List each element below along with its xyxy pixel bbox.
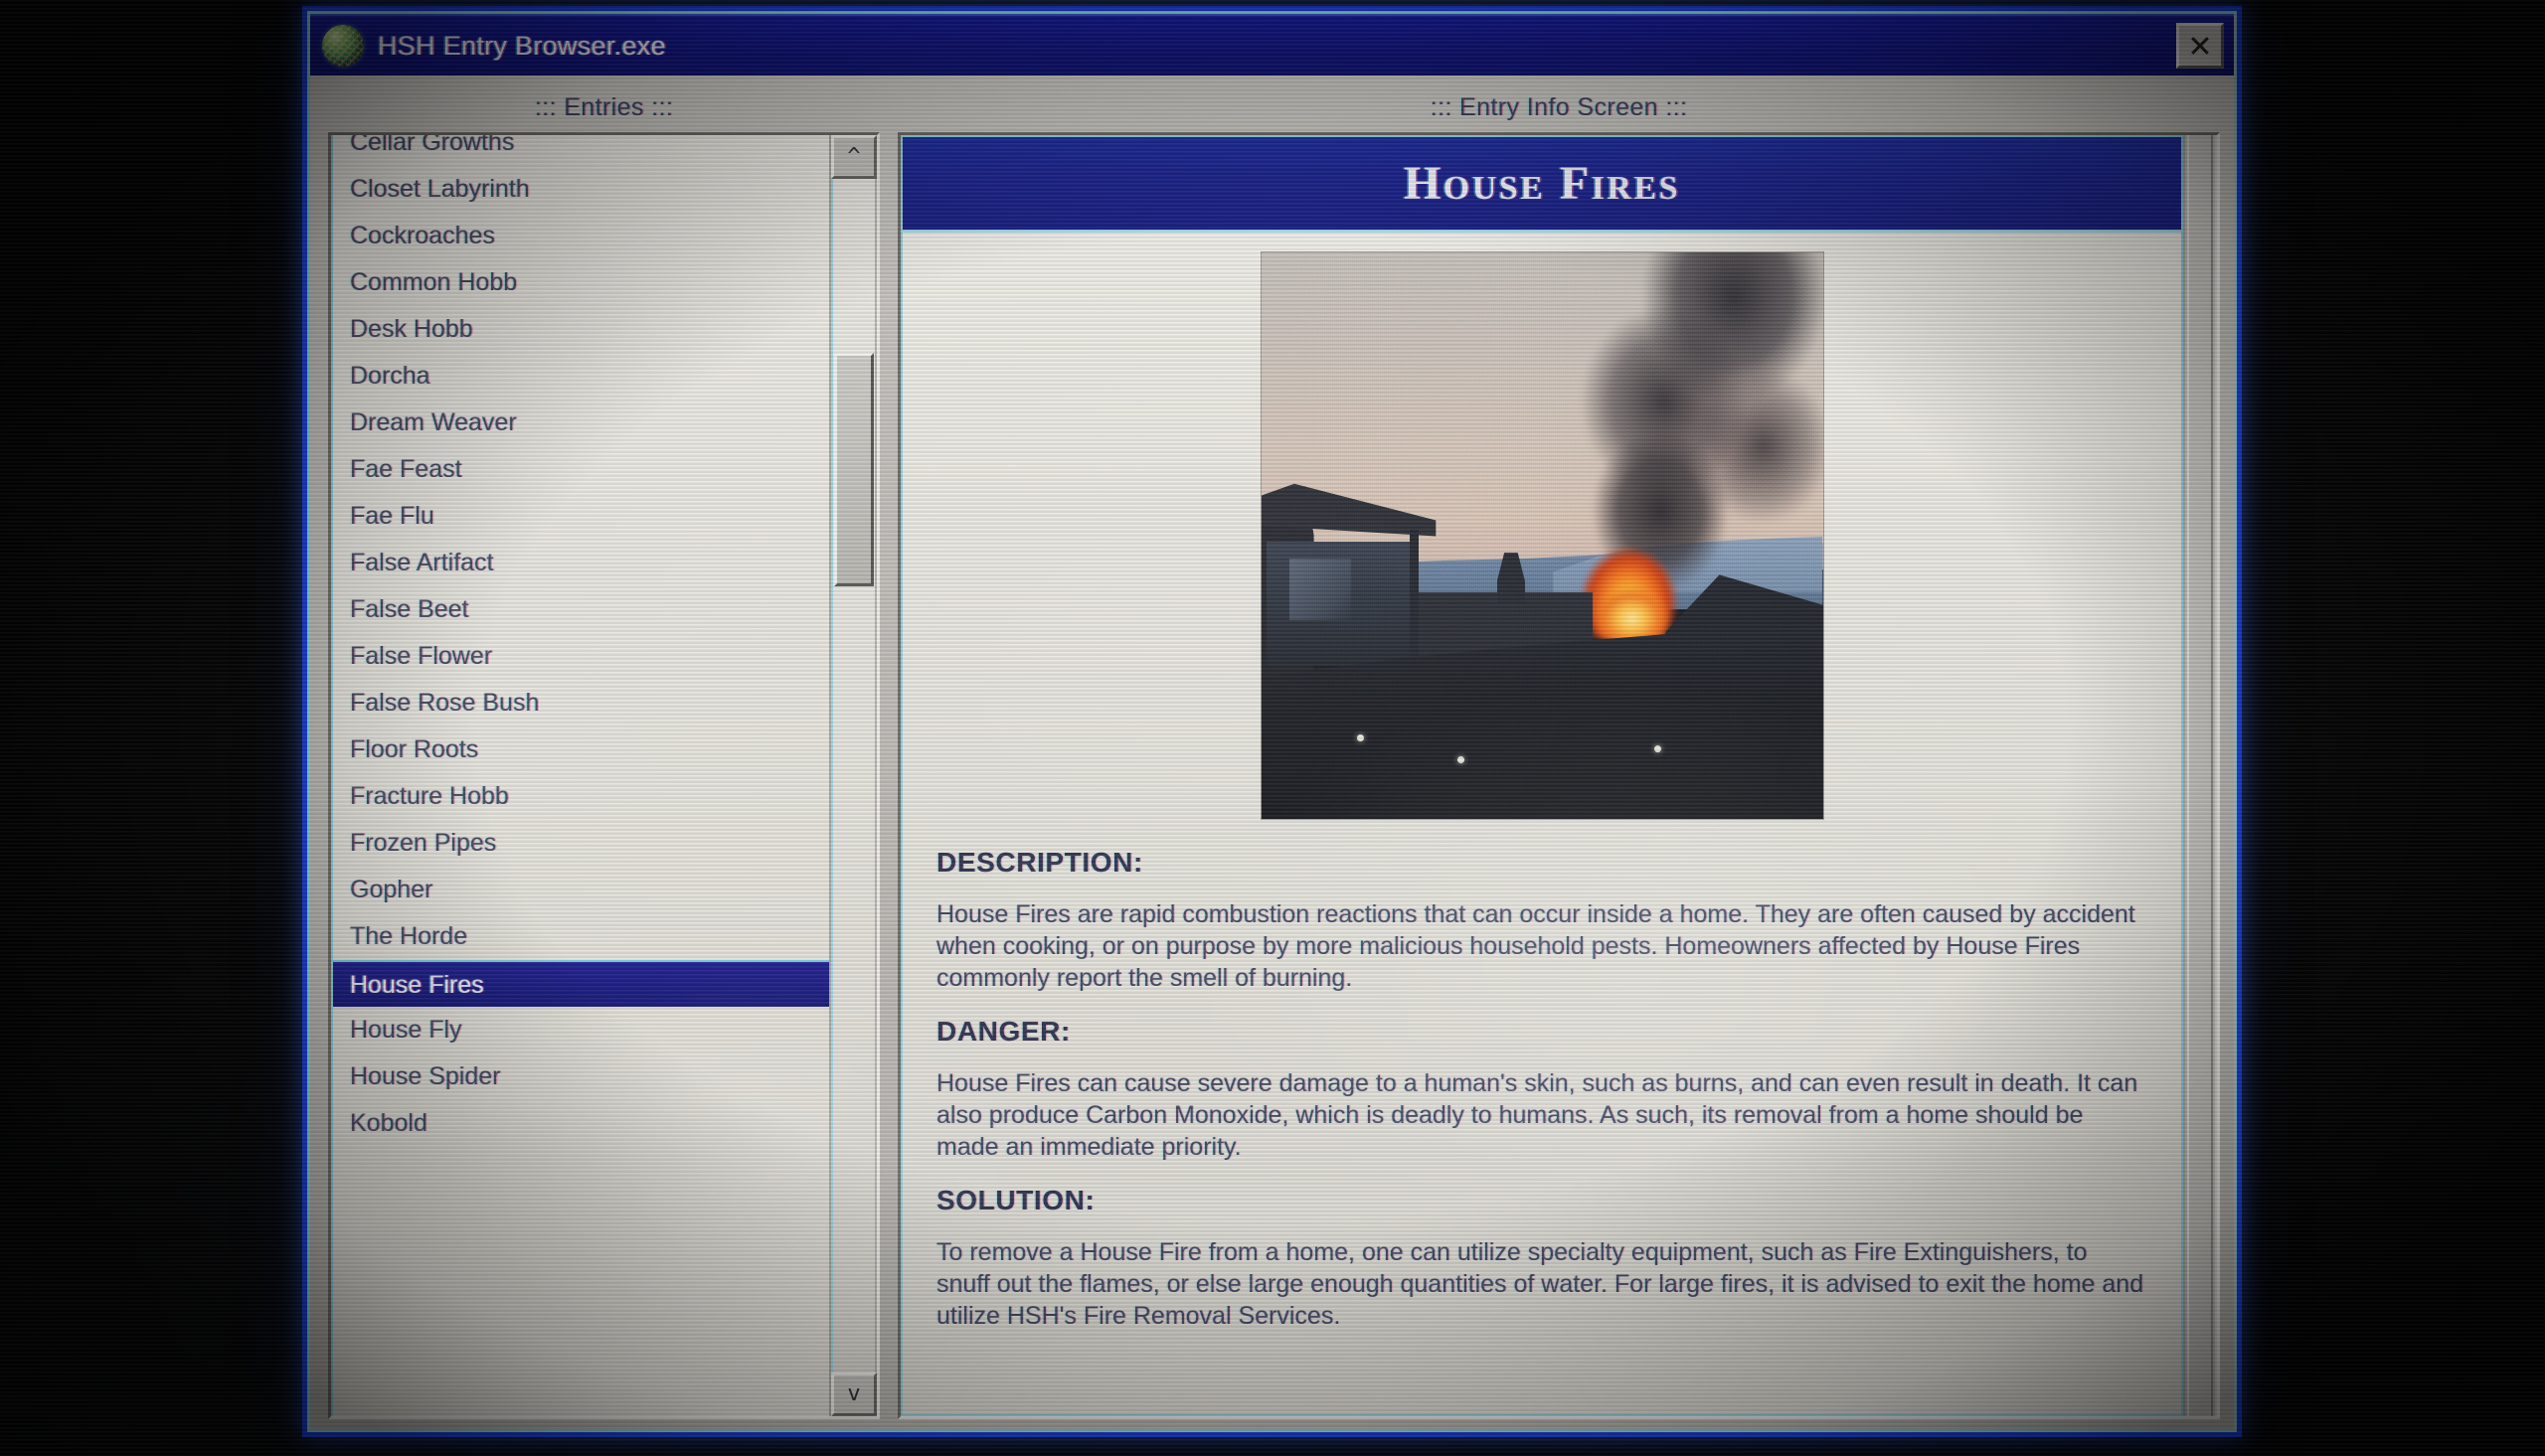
entry-list-item[interactable]: False Beet <box>333 586 829 633</box>
entry-list-item[interactable]: Common Hobb <box>333 259 829 306</box>
entries-scrollbar[interactable]: ^ v <box>829 135 877 1416</box>
section-body: House Fires can cause severe damage to a… <box>936 1069 2138 1161</box>
burning-house-photo <box>1261 252 1823 819</box>
entry-info-content: House Fires DESCRIPTION: House Fires are… <box>901 135 2183 1416</box>
entry-list-item[interactable]: House Fly <box>333 1007 829 1053</box>
entries-pane: ::: Entries ::: Cellar Growths Closet Lab… <box>318 81 880 1419</box>
title-bar: HSH Entry Browser.exe <box>310 14 2234 76</box>
entry-list-item[interactable]: Frozen Pipes <box>333 820 829 867</box>
entry-info-scrollbar-thumb[interactable] <box>2187 135 2213 1416</box>
entry-info-scroll-area: DESCRIPTION: House Fires are rapid combus… <box>903 233 2181 1414</box>
entry-info-pane: ::: Entry Info Screen ::: House Fires DE… <box>880 81 2226 1419</box>
section-body: House Fires are rapid combustion reactio… <box>936 900 2135 992</box>
window-title: HSH Entry Browser.exe <box>378 30 666 61</box>
entry-list-item[interactable]: Cellar Growths <box>333 135 829 166</box>
entry-list-item[interactable]: Fae Flu <box>333 493 829 540</box>
entry-title: House Fires <box>1403 157 1681 210</box>
close-icon <box>2184 31 2216 61</box>
close-button[interactable] <box>2176 23 2224 69</box>
entries-list-frame: Cellar Growths Closet Labyrinth Cockroache… <box>328 132 880 1419</box>
entry-title-banner: House Fires <box>903 137 2181 233</box>
entries-heading: ::: Entries ::: <box>534 93 674 121</box>
section-heading: SOLUTION: <box>936 1185 1096 1215</box>
entry-list-item[interactable]: Desk Hobb <box>333 306 829 353</box>
entry-list-item[interactable]: Dream Weaver <box>333 400 829 446</box>
globe-icon <box>322 25 364 67</box>
entry-photo-wrap <box>903 233 2181 841</box>
photo-light-c <box>1654 744 1661 752</box>
scrollbar-track[interactable] <box>831 179 877 1373</box>
entry-list-item[interactable]: Fracture Hobb <box>333 773 829 820</box>
entry-list-item[interactable]: False Flower <box>333 633 829 680</box>
entry-list-item[interactable]: Cockroaches <box>333 213 829 259</box>
scrollbar-thumb[interactable] <box>834 353 874 586</box>
section-body: To remove a House Fire from a home, one … <box>936 1238 2144 1330</box>
entry-info-frame: House Fires DESCRIPTION: House Fires are… <box>898 132 2220 1419</box>
screen: HSH Entry Browser.exe ::: Entries ::: Ce… <box>0 0 2545 1456</box>
entry-list-item[interactable]: Kobold <box>333 1100 829 1147</box>
entry-list-item[interactable]: Closet Labyrinth <box>333 166 829 213</box>
scroll-up-button[interactable]: ^ <box>831 135 877 179</box>
section-heading: DESCRIPTION: <box>936 847 1143 878</box>
entry-info-scrollbar[interactable] <box>2183 135 2217 1416</box>
entry-list-item[interactable]: False Artifact <box>333 540 829 586</box>
entry-list-item[interactable]: Dorcha <box>333 353 829 400</box>
entry-info-text: DESCRIPTION: House Fires are rapid combus… <box>903 847 2181 1342</box>
photo-window <box>1288 558 1351 621</box>
entry-list-item-selected[interactable]: House Fires <box>333 960 829 1007</box>
photo-light-a <box>1356 733 1364 741</box>
entries-list[interactable]: Cellar Growths Closet Labyrinth Cockroache… <box>331 135 829 1416</box>
entry-list-item[interactable]: False Rose Bush <box>333 680 829 727</box>
entry-list-item[interactable]: Fae Feast <box>333 446 829 493</box>
section-heading: DANGER: <box>936 1016 1071 1047</box>
entry-list-item[interactable]: Floor Roots <box>333 727 829 773</box>
entry-info-heading: ::: Entry Info Screen ::: <box>1430 93 1688 121</box>
entry-list-item[interactable]: House Spider <box>333 1053 829 1100</box>
application-window: HSH Entry Browser.exe ::: Entries ::: Ce… <box>302 6 2242 1437</box>
entry-list-item[interactable]: Gopher <box>333 867 829 913</box>
window-body: ::: Entries ::: Cellar Growths Closet Lab… <box>310 76 2234 1429</box>
entry-list-item[interactable]: The Horde <box>333 913 829 960</box>
photo-porch-post <box>1410 530 1420 678</box>
scroll-down-button[interactable]: v <box>831 1373 877 1416</box>
